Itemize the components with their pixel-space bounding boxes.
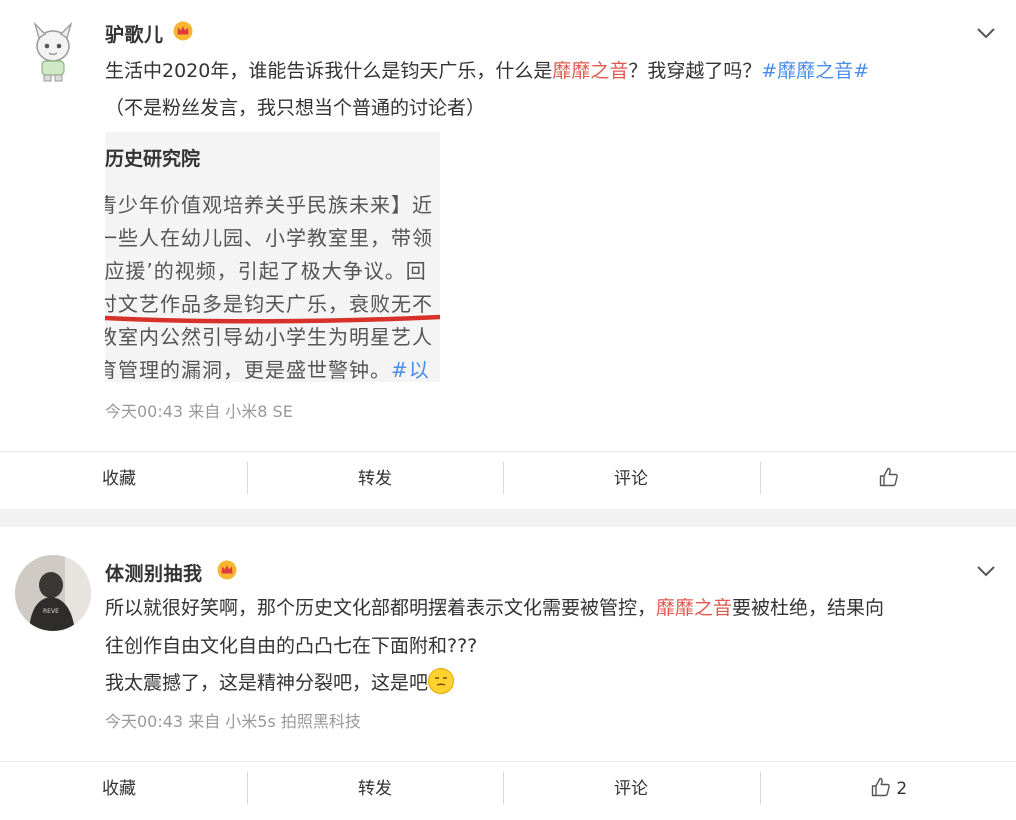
comment-button[interactable]: 评论 [614,762,648,820]
photo-avatar-icon: REVE [15,555,91,631]
image-text-line: 一些人在幼儿园、小学教室里，带领 [105,226,433,250]
action-bar: 收藏 转发 评论 2 [0,761,1016,820]
like-button[interactable] [879,452,899,510]
post-text-segment: 要被杜绝，结果向 [732,597,885,619]
comment-button[interactable]: 评论 [614,452,648,510]
post-text-segment: 生活中2020年，谁能告诉我什么是钧天广乐，什么是 [105,60,553,82]
attached-image[interactable]: 历史研究院 青少年价值观培养关乎民族未来】近 一些人在幼儿园、小学教室里，带领 … [105,132,440,382]
svg-text:REVE: REVE [43,608,59,615]
chevron-down-icon[interactable] [976,564,996,578]
image-hashtag: #以 [391,358,430,382]
hashtag-link[interactable]: #靡靡之音# [761,60,869,82]
post-text-segment: 所以就很好笑啊，那个历史文化部都明摆着表示文化需要被管控， [105,597,657,619]
like-button[interactable]: 2 [871,762,907,820]
image-text-segment: 育管理的漏洞，更是盛世警钟。 [105,358,391,382]
topic-link[interactable]: 靡靡之音 [656,597,732,619]
post-text-line-3: 我太震撼了，这是精神分裂吧，这是吧 [105,664,985,702]
thumbs-up-icon [871,777,890,797]
thumbs-up-icon [879,467,898,487]
post-text: 生活中2020年，谁能告诉我什么是钧天广乐，什么是靡靡之音？我穿越了吗？#靡靡之… [105,52,985,90]
image-heading: 历史研究院 [105,148,201,170]
username[interactable]: 体测别抽我 [105,559,203,586]
cartoon-avatar-icon [33,21,73,82]
image-text-line: 教室内公然引导幼小学生为明星艺人 [105,325,433,349]
forward-button[interactable]: 转发 [358,762,392,820]
post-text-segment: 我太震撼了，这是精神分裂吧，这是吧 [105,672,429,694]
divider [247,462,248,494]
sly-face-emoji-icon [428,668,455,694]
section-gap [0,509,1016,527]
post-text-segment: ？我穿越了吗？ [628,60,762,82]
collect-button[interactable]: 收藏 [102,452,136,510]
collect-button[interactable]: 收藏 [102,762,136,820]
weibo-comment-2: REVE 体测别抽我 所以就很好笑啊，那个历史文化部都明摆着表示文化需要被管控，… [0,527,1016,804]
image-text-line: 青少年价值观培养关乎民族未来】近 [105,193,433,217]
crown-icon[interactable] [173,21,193,41]
crown-icon[interactable] [217,560,237,580]
weibo-comment-1: 驴歌儿 生活中2020年，谁能告诉我什么是钧天广乐，什么是靡靡之音？我穿越了吗？… [0,0,1016,509]
post-text-line-2: 往创作自由文化自由的凸凸七在下面附和??? [105,635,478,657]
topic-link[interactable]: 靡靡之音 [552,60,628,82]
divider [247,772,248,804]
divider [760,772,761,804]
chevron-down-icon[interactable] [976,26,996,40]
avatar[interactable] [15,16,91,92]
post-text-line-2: （不是粉丝发言，我只想当个普通的讨论者） [105,97,486,119]
post-meta: 今天00:43 来自 小米8 SE [105,402,293,421]
username[interactable]: 驴歌儿 [105,20,164,47]
image-text-line: ‘应援’的视频，引起了极大争议。回 [105,259,427,283]
post-meta: 今天00:43 来自 小米5s 拍照黑科技 [105,712,361,731]
divider [760,462,761,494]
action-bar: 收藏 转发 评论 [0,451,1016,510]
forward-button[interactable]: 转发 [358,452,392,510]
divider [503,772,504,804]
post-text: 所以就很好笑啊，那个历史文化部都明摆着表示文化需要被管控，靡靡之音要被杜绝，结果… [105,589,985,627]
image-text-line: 育管理的漏洞，更是盛世警钟。#以 [105,354,430,382]
avatar[interactable]: REVE [15,555,91,631]
like-count: 2 [896,779,908,799]
divider [503,462,504,494]
